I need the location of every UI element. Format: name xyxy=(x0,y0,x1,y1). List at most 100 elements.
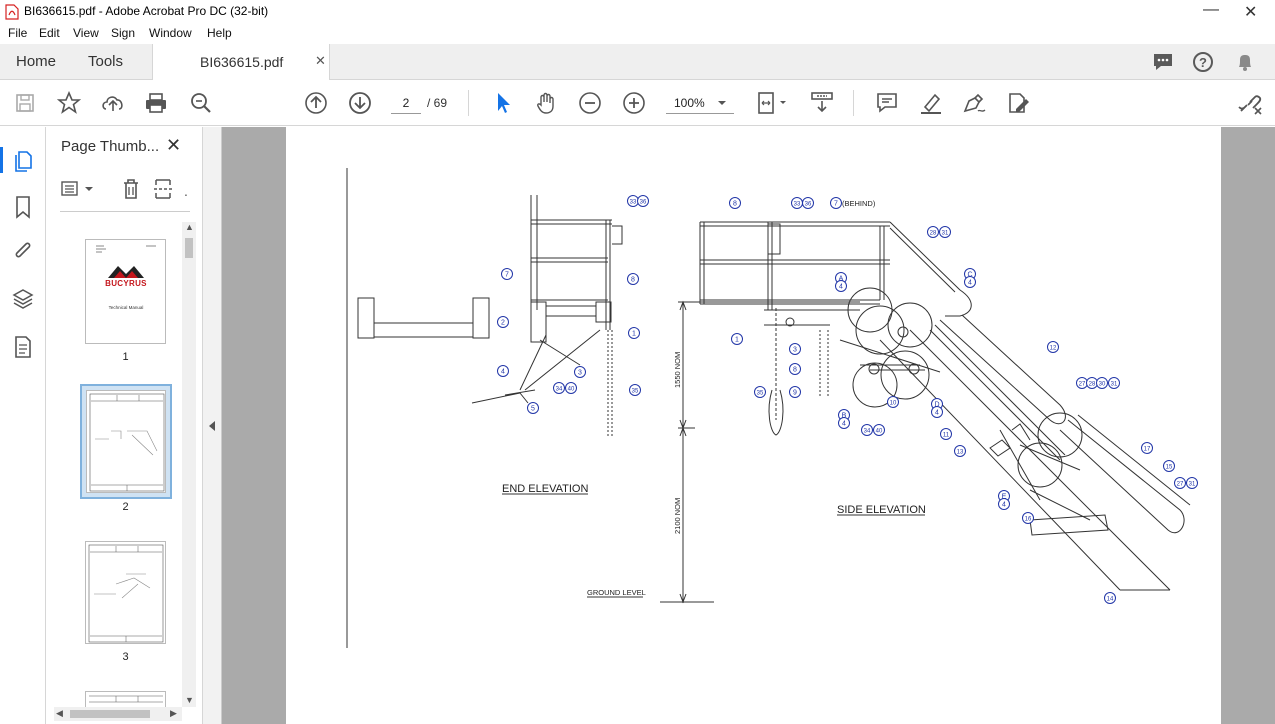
thumbnail-options-button[interactable] xyxy=(60,177,96,201)
callout-label: 31 xyxy=(1111,382,1118,388)
next-page-icon[interactable] xyxy=(347,90,373,116)
zoom-in-icon[interactable] xyxy=(621,90,647,116)
svg-text:?: ? xyxy=(1199,55,1207,70)
layers-icon[interactable] xyxy=(11,287,35,311)
close-tab-icon[interactable]: ✕ xyxy=(315,53,326,69)
tab-bar: Home Tools BI636615.pdf ✕ ? xyxy=(0,44,1275,81)
callout-label: 35 xyxy=(757,391,764,397)
bucyrus-logo xyxy=(108,266,144,278)
extract-pages-icon[interactable] xyxy=(152,177,176,201)
page-thumbnail-4[interactable] xyxy=(85,691,166,707)
pdf-file-icon xyxy=(5,4,19,20)
zoom-out-icon[interactable] xyxy=(577,90,603,116)
close-panel-icon[interactable]: ✕ xyxy=(166,135,181,156)
callout-label: 16 xyxy=(1025,517,1032,523)
edit-pdf-icon[interactable] xyxy=(1005,90,1031,116)
callout-label: 9 xyxy=(793,390,797,397)
thumbnail-caption: Technical Manual xyxy=(108,305,144,310)
callout-label: 13 xyxy=(957,450,964,456)
callout-label: 27 xyxy=(1177,482,1184,488)
label-end-elevation: END ELEVATION xyxy=(502,483,588,495)
scroll-down-icon[interactable]: ▼ xyxy=(185,695,194,705)
callout-label: 28 xyxy=(930,231,937,237)
comment-bubble-icon[interactable] xyxy=(1152,52,1174,72)
callout-label: 40 xyxy=(568,387,575,393)
scroll-left-icon[interactable]: ◀ xyxy=(56,708,63,719)
callout-label: 8 xyxy=(793,367,797,374)
thumbnail-header-lines xyxy=(96,245,156,253)
bookmark-star-icon[interactable] xyxy=(56,90,82,116)
menu-file[interactable]: File xyxy=(8,26,27,40)
attachments-icon[interactable] xyxy=(12,240,34,264)
delete-page-icon[interactable] xyxy=(120,177,142,201)
callout-label: 34 xyxy=(556,387,563,393)
page-thumbnail-1[interactable]: BUCYRUS Technical Manual xyxy=(85,239,166,344)
hand-tool-icon[interactable] xyxy=(533,90,559,116)
tab-document-label: BI636615.pdf xyxy=(200,54,284,70)
close-window-icon[interactable]: ✕ xyxy=(1244,2,1257,22)
active-indicator xyxy=(0,147,3,173)
menu-sign[interactable]: Sign xyxy=(111,26,135,40)
page-label-1: 1 xyxy=(122,351,129,363)
callout-label: 7 xyxy=(834,201,838,208)
upload-cloud-icon[interactable] xyxy=(100,90,126,116)
menu-edit[interactable]: Edit xyxy=(39,26,60,40)
minimize-icon[interactable]: — xyxy=(1203,1,1219,19)
tab-document[interactable]: BI636615.pdf ✕ xyxy=(152,44,330,81)
callout-label: 5 xyxy=(531,406,535,413)
page-thumbnail-3[interactable] xyxy=(85,541,166,644)
hscrollbar-thumb[interactable] xyxy=(70,710,150,718)
thumbnails-panel: Page Thumb... ✕ . BUCYRUS Technical Manu… xyxy=(46,127,203,724)
print-icon[interactable] xyxy=(143,90,169,116)
thumbnail-hscrollbar[interactable]: ◀ ▶ xyxy=(54,707,182,721)
callout-label: 36 xyxy=(805,202,812,208)
highlight-pen-icon[interactable] xyxy=(918,90,944,116)
thumbnail-drawing-preview-3 xyxy=(88,544,164,643)
callout-label: 27 xyxy=(1079,382,1086,388)
page-thumbnails-icon[interactable] xyxy=(12,148,36,172)
collapse-arrow-icon xyxy=(209,421,215,431)
tab-home[interactable]: Home xyxy=(16,44,56,80)
menu-bar: File Edit View Sign Window Help xyxy=(0,24,1275,44)
add-comment-icon[interactable] xyxy=(874,90,900,116)
menu-window[interactable]: Window xyxy=(149,26,192,40)
callout-label: 4 xyxy=(842,421,846,428)
panel-title: Page Thumb... xyxy=(61,138,160,155)
tab-tools[interactable]: Tools xyxy=(88,44,123,80)
page-number-input[interactable]: 2 xyxy=(391,92,421,114)
help-icon[interactable]: ? xyxy=(1192,51,1214,73)
callout-label: 10 xyxy=(890,401,897,407)
previous-page-icon[interactable] xyxy=(303,90,329,116)
thumbnail-drawing-preview-4 xyxy=(89,695,163,703)
zoom-search-icon[interactable] xyxy=(188,90,214,116)
document-properties-icon[interactable] xyxy=(13,335,33,359)
fit-page-icon[interactable] xyxy=(754,90,790,116)
navigation-rail xyxy=(0,127,46,724)
callout-label: 36 xyxy=(640,200,647,206)
panel-collapse-handle[interactable] xyxy=(203,127,222,724)
callout-label: 33 xyxy=(794,202,801,208)
scroll-up-icon[interactable]: ▲ xyxy=(185,222,194,232)
label-ground-level: GROUND LEVEL xyxy=(587,588,646,597)
select-cursor-icon[interactable] xyxy=(490,90,516,116)
sign-pen-icon[interactable] xyxy=(961,90,987,116)
page-thumbnail-2 xyxy=(86,390,166,493)
save-icon[interactable] xyxy=(12,90,38,116)
share-link-icon[interactable] xyxy=(1237,90,1263,116)
callout-label: 35 xyxy=(632,389,639,395)
callout-label: 14 xyxy=(1107,597,1114,603)
dimension-1550: 1550 NOM xyxy=(673,352,682,388)
scroll-right-icon[interactable]: ▶ xyxy=(170,708,177,719)
scroll-mode-icon[interactable] xyxy=(809,90,835,116)
callout-label: 3 xyxy=(578,370,582,377)
scrollbar-thumb[interactable] xyxy=(185,238,193,258)
bell-icon[interactable] xyxy=(1235,52,1255,72)
bookmarks-icon[interactable] xyxy=(13,195,33,219)
menu-view[interactable]: View xyxy=(73,26,99,40)
callout-label: 1 xyxy=(735,337,739,344)
menu-help[interactable]: Help xyxy=(207,26,232,40)
thumbnail-scrollbar[interactable]: ▲ ▼ xyxy=(182,222,196,707)
page-thumbnail-2-selected[interactable] xyxy=(80,384,172,499)
zoom-level-select[interactable]: 100% xyxy=(666,92,734,114)
more-options-icon[interactable]: . xyxy=(184,183,188,199)
